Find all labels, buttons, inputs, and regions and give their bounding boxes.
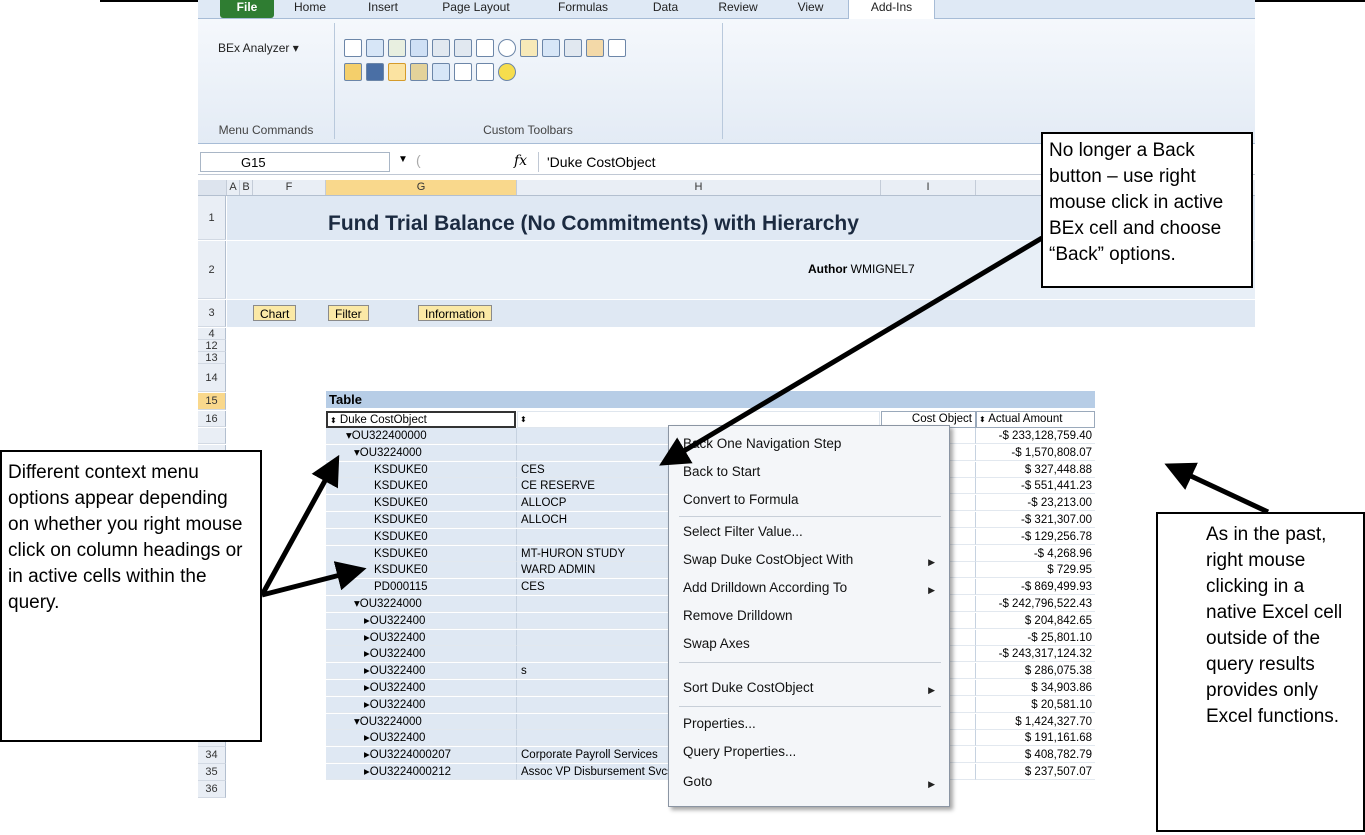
callout-excel-functions: As in the past, right mouse clicking in … (1156, 512, 1365, 832)
callout-context-options: Different context menu options appear de… (0, 450, 262, 742)
callout-back-button: No longer a Back button – use right mous… (1041, 132, 1253, 288)
arrow-to-context-menu (659, 235, 1044, 466)
arrow-to-column-heading (259, 454, 340, 597)
arrow-to-native-cell (1164, 462, 1270, 515)
